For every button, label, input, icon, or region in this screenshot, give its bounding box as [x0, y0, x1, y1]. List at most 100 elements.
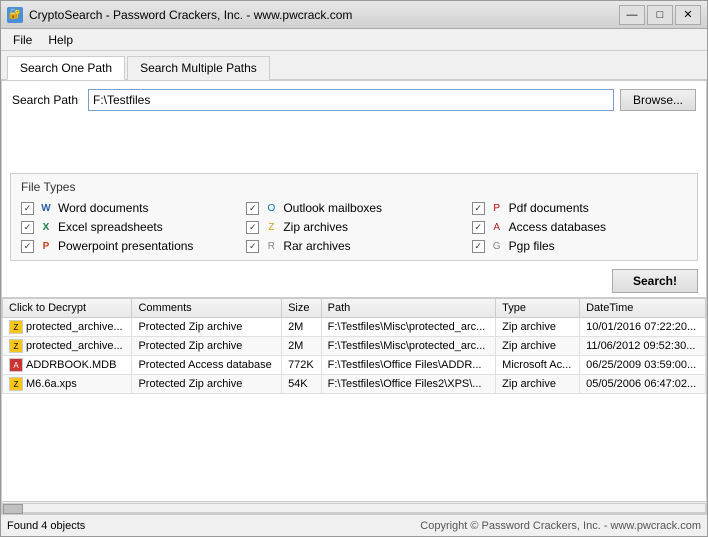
window-controls: — □ ✕: [619, 5, 701, 25]
td-path: F:\Testfiles\Office Files\ADDR...: [321, 356, 496, 375]
search-btn-row: Search!: [2, 265, 706, 297]
table-header-row: Click to Decrypt Comments Size Path Type…: [3, 299, 706, 318]
status-right: Copyright © Password Crackers, Inc. - ww…: [420, 520, 701, 532]
td-datetime: 10/01/2016 07:22:20...: [580, 318, 706, 337]
pdf-icon: P: [489, 200, 505, 216]
ft-ppt: ✓ P Powerpoint presentations: [21, 238, 236, 254]
ft-ppt-checkbox[interactable]: ✓: [21, 240, 34, 253]
td-size: 772K: [282, 356, 322, 375]
ft-rar-checkbox[interactable]: ✓: [246, 240, 259, 253]
content-area: Search Path Browse... File Types ✓ W Wor…: [1, 80, 707, 514]
ft-excel-checkbox[interactable]: ✓: [21, 221, 34, 234]
col-path[interactable]: Path: [321, 299, 496, 318]
excel-icon: X: [38, 219, 54, 235]
ft-ppt-label: Powerpoint presentations: [58, 239, 193, 253]
outlook-icon: O: [263, 200, 279, 216]
zip-row-icon: Z: [9, 377, 23, 391]
zip-row-icon: Z: [9, 339, 23, 353]
ft-access: ✓ A Access databases: [472, 219, 687, 235]
pgp-icon: G: [489, 238, 505, 254]
ft-outlook-checkbox[interactable]: ✓: [246, 202, 259, 215]
search-path-row: Search Path Browse...: [2, 81, 706, 119]
col-type[interactable]: Type: [496, 299, 580, 318]
td-path: F:\Testfiles\Misc\protected_arc...: [321, 337, 496, 356]
ft-rar: ✓ R Rar archives: [246, 238, 461, 254]
menu-bar: File Help: [1, 29, 707, 51]
search-path-label: Search Path: [12, 93, 82, 107]
td-path: F:\Testfiles\Misc\protected_arc...: [321, 318, 496, 337]
file-types-section: File Types ✓ W Word documents ✓ O Outloo…: [10, 173, 698, 261]
td-comments: Protected Access database: [132, 356, 282, 375]
rar-icon: R: [263, 238, 279, 254]
col-size[interactable]: Size: [282, 299, 322, 318]
search-path-input[interactable]: [88, 89, 614, 111]
mdb-row-icon: A: [9, 358, 23, 372]
ft-pgp: ✓ G Pgp files: [472, 238, 687, 254]
td-size: 2M: [282, 337, 322, 356]
col-datetime[interactable]: DateTime: [580, 299, 706, 318]
maximize-button[interactable]: □: [647, 5, 673, 25]
td-path: F:\Testfiles\Office Files2\XPS\...: [321, 375, 496, 394]
ft-zip-label: Zip archives: [283, 220, 348, 234]
td-type: Zip archive: [496, 318, 580, 337]
spacer-area: [2, 119, 706, 169]
ft-access-checkbox[interactable]: ✓: [472, 221, 485, 234]
ft-word-checkbox[interactable]: ✓: [21, 202, 34, 215]
ft-pdf-checkbox[interactable]: ✓: [472, 202, 485, 215]
ft-access-label: Access databases: [509, 220, 606, 234]
tabs-bar: Search One Path Search Multiple Paths: [1, 51, 707, 80]
td-name: Zprotected_archive...: [3, 318, 132, 337]
ft-word-label: Word documents: [58, 201, 149, 215]
td-name: ZM6.6a.xps: [3, 375, 132, 394]
file-types-title: File Types: [21, 180, 687, 194]
ppt-icon: P: [38, 238, 54, 254]
horizontal-scrollbar[interactable]: [2, 501, 706, 513]
col-comments[interactable]: Comments: [132, 299, 282, 318]
ft-word: ✓ W Word documents: [21, 200, 236, 216]
col-click-to-decrypt[interactable]: Click to Decrypt: [3, 299, 132, 318]
tab-search-multiple-paths[interactable]: Search Multiple Paths: [127, 56, 270, 80]
app-icon: 🔐: [7, 7, 23, 23]
file-types-grid: ✓ W Word documents ✓ O Outlook mailboxes…: [21, 200, 687, 254]
ft-rar-label: Rar archives: [283, 239, 350, 253]
menu-file[interactable]: File: [5, 31, 40, 49]
td-name: Zprotected_archive...: [3, 337, 132, 356]
results-table-container[interactable]: Click to Decrypt Comments Size Path Type…: [2, 297, 706, 501]
window-title: CryptoSearch - Password Crackers, Inc. -…: [29, 8, 619, 22]
td-type: Microsoft Ac...: [496, 356, 580, 375]
ft-zip: ✓ Z Zip archives: [246, 219, 461, 235]
zip-icon: Z: [263, 219, 279, 235]
browse-button[interactable]: Browse...: [620, 89, 696, 111]
title-bar: 🔐 CryptoSearch - Password Crackers, Inc.…: [1, 1, 707, 29]
access-icon: A: [489, 219, 505, 235]
main-window: 🔐 CryptoSearch - Password Crackers, Inc.…: [0, 0, 708, 537]
table-row[interactable]: ZM6.6a.xps Protected Zip archive 54K F:\…: [3, 375, 706, 394]
table-row[interactable]: Zprotected_archive... Protected Zip arch…: [3, 337, 706, 356]
td-type: Zip archive: [496, 375, 580, 394]
table-row[interactable]: Zprotected_archive... Protected Zip arch…: [3, 318, 706, 337]
ft-outlook-label: Outlook mailboxes: [283, 201, 382, 215]
word-icon: W: [38, 200, 54, 216]
ft-pgp-checkbox[interactable]: ✓: [472, 240, 485, 253]
menu-help[interactable]: Help: [40, 31, 81, 49]
td-size: 54K: [282, 375, 322, 394]
table-row[interactable]: AADDRBOOK.MDB Protected Access database …: [3, 356, 706, 375]
close-button[interactable]: ✕: [675, 5, 701, 25]
td-datetime: 06/25/2009 03:59:00...: [580, 356, 706, 375]
tab-search-one-path[interactable]: Search One Path: [7, 56, 125, 80]
status-left: Found 4 objects: [7, 520, 420, 532]
ft-excel-label: Excel spreadsheets: [58, 220, 163, 234]
td-datetime: 05/05/2006 06:47:02...: [580, 375, 706, 394]
ft-zip-checkbox[interactable]: ✓: [246, 221, 259, 234]
td-type: Zip archive: [496, 337, 580, 356]
results-table: Click to Decrypt Comments Size Path Type…: [2, 298, 706, 394]
zip-row-icon: Z: [9, 320, 23, 334]
td-comments: Protected Zip archive: [132, 375, 282, 394]
td-comments: Protected Zip archive: [132, 318, 282, 337]
ft-pgp-label: Pgp files: [509, 239, 555, 253]
td-size: 2M: [282, 318, 322, 337]
status-bar: Found 4 objects Copyright © Password Cra…: [1, 514, 707, 536]
ft-pdf-label: Pdf documents: [509, 201, 589, 215]
minimize-button[interactable]: —: [619, 5, 645, 25]
search-button[interactable]: Search!: [612, 269, 698, 293]
